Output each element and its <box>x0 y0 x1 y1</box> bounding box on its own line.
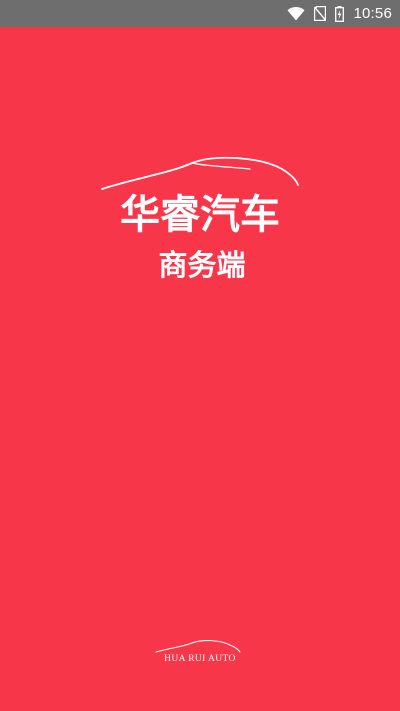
no-sim-icon <box>314 6 327 21</box>
brand-title: 华睿汽车 <box>120 191 280 238</box>
status-time: 10:56 <box>353 5 392 22</box>
brand-subtitle: 商务端 <box>158 248 246 282</box>
status-icons: 10:56 <box>287 0 392 27</box>
wifi-icon <box>287 6 305 21</box>
brand-logo: 华睿汽车 商务端 <box>100 155 300 305</box>
battery-charging-icon <box>335 5 345 22</box>
splash-screen: 华睿汽车 商务端 HUA RUI AUTO <box>0 27 400 711</box>
bottom-logo: HUA RUI AUTO <box>150 639 250 675</box>
status-bar: 10:56 <box>0 0 400 27</box>
bottom-logo-text: HUA RUI AUTO <box>164 654 236 664</box>
car-outline-small-icon <box>155 640 241 653</box>
